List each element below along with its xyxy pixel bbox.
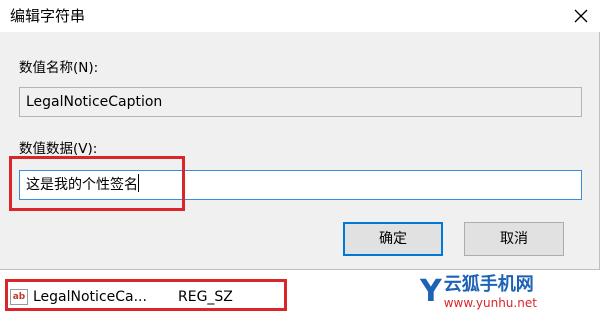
edit-string-dialog: 编辑字符串 数值名称(N): LegalNoticeCaption 数值数据(V… — [0, 0, 600, 270]
value-name-label: 数值名称(N): — [19, 60, 99, 76]
watermark-text: 云狐手机网 www.yunhu.net — [444, 274, 537, 310]
close-button[interactable] — [568, 3, 594, 29]
title-bar: 编辑字符串 — [0, 0, 600, 32]
value-data-input[interactable]: 这是我的个性签名 — [19, 170, 582, 200]
value-name-field: LegalNoticeCaption — [19, 87, 582, 117]
value-name-text: LegalNoticeCaption — [26, 94, 163, 110]
registry-entry-type: REG_SZ — [178, 289, 233, 305]
cancel-button[interactable]: 取消 — [464, 222, 564, 256]
registry-entry-row[interactable]: ab LegalNoticeCa... REG_SZ — [10, 286, 233, 308]
watermark: Y 云狐手机网 www.yunhu.net — [420, 262, 600, 322]
dialog-title: 编辑字符串 — [10, 7, 86, 25]
watermark-logo: Y — [420, 274, 442, 309]
ok-button[interactable]: 确定 — [343, 222, 443, 256]
text-caret — [138, 174, 139, 192]
value-data-text: 这是我的个性签名 — [26, 177, 138, 193]
watermark-title: 云狐手机网 — [443, 274, 534, 295]
value-data-label: 数值数据(V): — [19, 141, 98, 157]
string-value-icon: ab — [10, 289, 28, 305]
watermark-url: www.yunhu.net — [443, 296, 537, 310]
close-icon — [574, 9, 588, 23]
registry-entry-name: LegalNoticeCa... — [33, 289, 147, 305]
